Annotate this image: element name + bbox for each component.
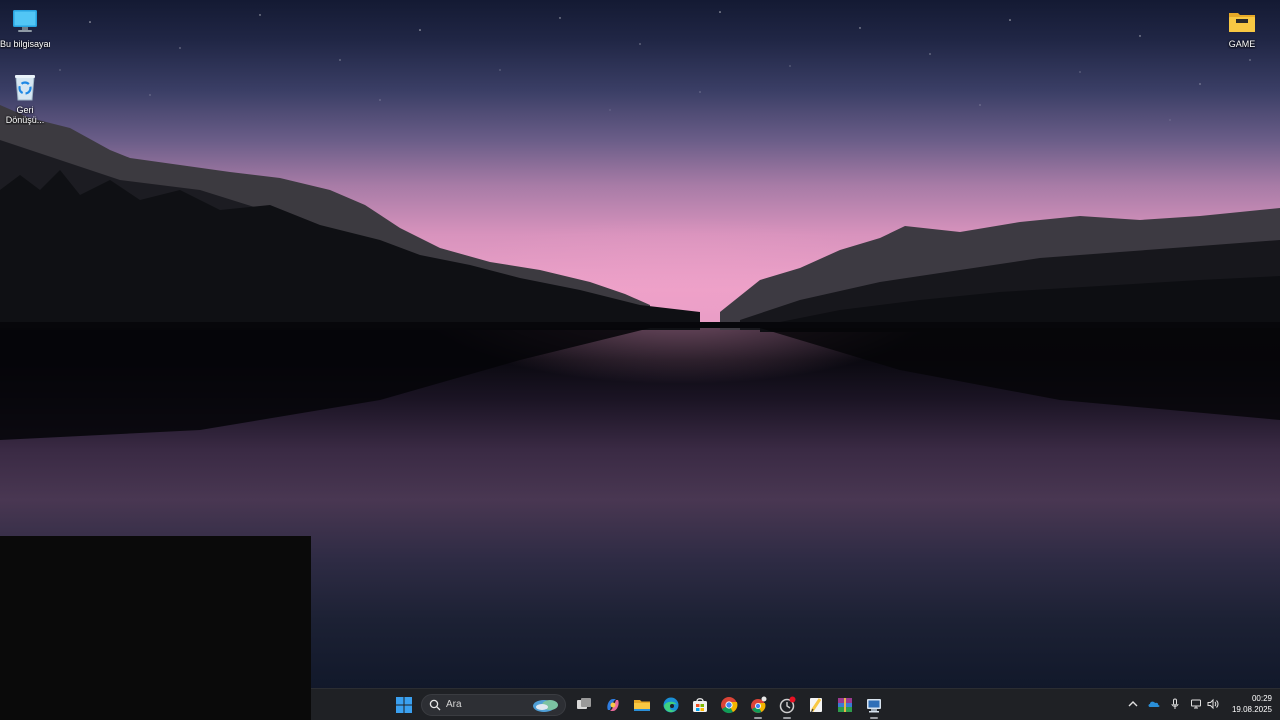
edge-icon [663,697,679,713]
taskbar-search[interactable]: Ara [421,694,566,716]
network-icon [1191,699,1201,709]
file-explorer-button[interactable] [630,693,654,717]
redacted-region [0,536,311,720]
network-tray[interactable] [1189,697,1203,711]
folder-icon [1229,13,1255,32]
task-view-button[interactable] [572,693,596,717]
remote-desktop-icon [867,699,881,713]
store-button[interactable] [688,693,712,717]
copilot-button[interactable] [601,693,625,717]
copilot-icon [607,699,619,711]
search-placeholder: Ara [446,699,462,710]
clock-time: 00:29 [1251,694,1272,703]
microphone-icon [1171,698,1179,709]
chrome-button[interactable] [717,693,741,717]
winrar-button[interactable] [833,693,857,717]
recycle-bin-icon [15,75,35,101]
onedrive-cloud-icon [1148,701,1160,707]
folder-icon [634,700,650,711]
desktop-icon-game-folder[interactable]: GAME [1216,6,1268,49]
chrome-profile-icon [751,696,767,713]
task-view-icon [577,698,591,709]
app-badge-icon [779,696,796,714]
remote-desktop-button[interactable] [862,693,886,719]
show-hidden-icons-button[interactable] [1126,697,1140,711]
desktop: Bu bilgisayar Geri Dönüşü... GAME Ara 00… [0,0,1280,720]
windows-start-icon [396,697,412,713]
monitor-icon [13,10,37,32]
notes-button[interactable] [804,693,828,717]
onedrive-tray[interactable] [1147,697,1161,711]
winrar-icon [838,698,852,712]
desktop-icon-label: Bu bilgisayar [0,39,50,49]
chevron-up-icon [1128,701,1138,707]
microphone-tray[interactable] [1168,697,1182,711]
search-icon [429,699,441,711]
chrome-icon [721,697,738,714]
desktop-icon-label: GAME [1228,39,1256,49]
search-highlight-icon [533,700,558,712]
desktop-icon-recycle-bin[interactable]: Geri Dönüşü... [0,72,50,125]
start-button[interactable] [392,693,416,717]
edge-button[interactable] [659,693,683,717]
taskbar-clock[interactable]: 00:29 19.08.2025 [1218,693,1272,715]
chrome-profile-button[interactable] [746,693,770,719]
app-button-badge[interactable] [775,693,799,719]
store-icon [693,698,707,712]
notepad-icon [810,698,822,713]
desktop-icon-this-pc[interactable]: Bu bilgisayar [0,6,50,49]
desktop-icon-label: Geri Dönüşü... [5,105,45,125]
clock-date: 19.08.2025 [1231,705,1272,714]
taskbar: Ara 00:29 19.08.2025 [311,688,1280,720]
